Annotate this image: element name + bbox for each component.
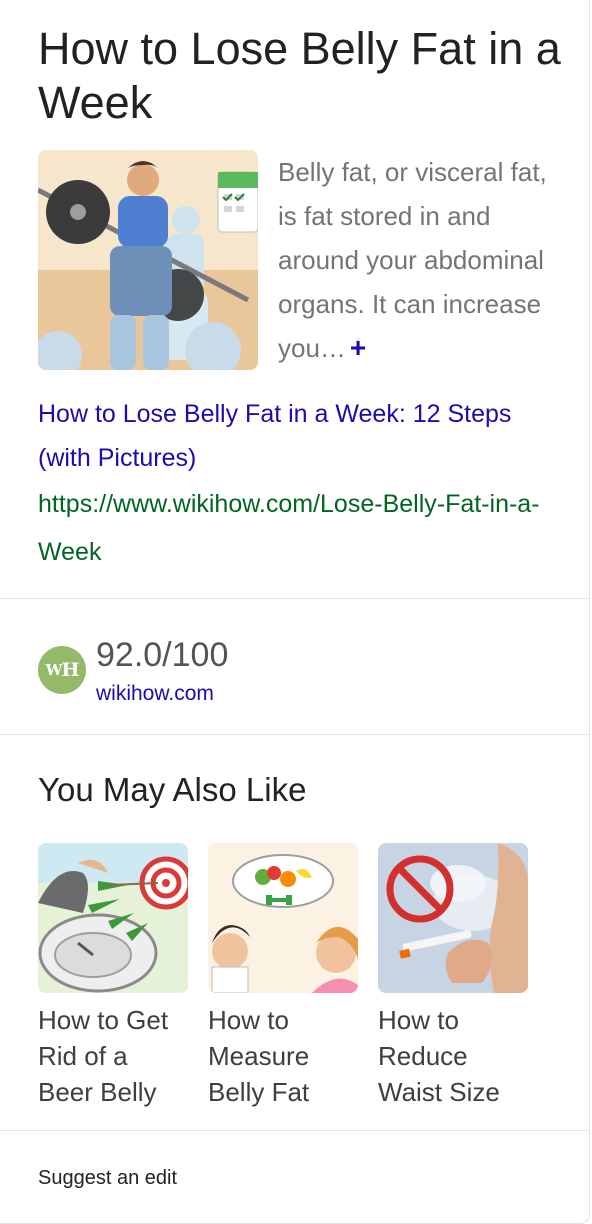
related-thumbnail[interactable] bbox=[208, 843, 358, 993]
rating-source-link[interactable]: wikihow.com bbox=[96, 680, 214, 708]
panel-title: How to Lose Belly Fat in a Week bbox=[38, 23, 561, 128]
related-item-label[interactable]: How to Get Rid of a Beer Belly bbox=[38, 1002, 188, 1110]
rating-score: 92.0/100 bbox=[96, 636, 229, 674]
result-title-link[interactable]: How to Lose Belly Fat in a Week: 12 Step… bbox=[38, 392, 558, 480]
related-item-label[interactable]: How to Measure Belly Fat bbox=[208, 1002, 358, 1110]
divider bbox=[0, 734, 590, 735]
related-item-measure-belly-fat[interactable]: How to Measure Belly Fat bbox=[208, 843, 358, 1110]
result-url[interactable]: https://www.wikihow.com/Lose-Belly-Fat-i… bbox=[38, 480, 558, 576]
expand-plus-icon[interactable]: + bbox=[350, 332, 366, 363]
related-thumbnail[interactable] bbox=[38, 843, 188, 993]
knowledge-panel: How to Lose Belly Fat in a Week Belly fa… bbox=[0, 0, 590, 1224]
related-item-reduce-waist-size[interactable]: How to Reduce Waist Size bbox=[378, 843, 528, 1110]
description-snippet: Belly fat, or visceral fat, is fat store… bbox=[278, 150, 553, 370]
divider bbox=[0, 598, 590, 599]
divider bbox=[0, 1130, 590, 1131]
wikihow-logo-icon: WH bbox=[38, 646, 86, 694]
related-thumbnail[interactable] bbox=[378, 843, 528, 993]
suggest-edit-link[interactable]: Suggest an edit bbox=[38, 1164, 177, 1192]
you-may-also-like-heading: You May Also Like bbox=[38, 771, 307, 808]
related-item-beer-belly[interactable]: How to Get Rid of a Beer Belly bbox=[38, 843, 188, 1110]
related-item-label[interactable]: How to Reduce Waist Size bbox=[378, 1002, 528, 1110]
snippet-text: Belly fat, or visceral fat, is fat store… bbox=[278, 157, 547, 363]
hero-illustration[interactable] bbox=[38, 150, 258, 370]
